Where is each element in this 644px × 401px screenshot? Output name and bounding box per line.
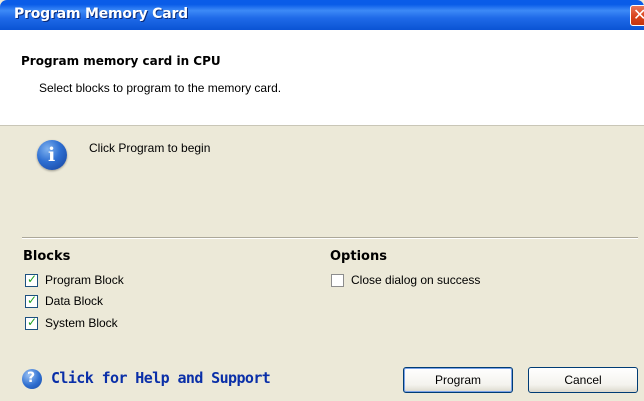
checkmark-icon: ✓ xyxy=(27,271,38,286)
system-block-checkbox-row[interactable]: ✓ System Block xyxy=(25,315,118,331)
cancel-button[interactable]: Cancel xyxy=(528,367,638,393)
system-block-checkbox[interactable]: ✓ xyxy=(25,314,38,330)
program-block-label[interactable]: Program Block xyxy=(45,273,124,287)
header-title: Program memory card in CPU xyxy=(21,54,221,68)
info-message: Click Program to begin xyxy=(89,141,211,155)
section-divider xyxy=(22,237,638,239)
help-icon[interactable]: ? xyxy=(22,369,42,389)
program-button[interactable]: Program xyxy=(403,367,513,393)
window-title: Program Memory Card xyxy=(14,6,189,22)
header-subtitle: Select blocks to program to the memory c… xyxy=(39,81,282,95)
close-on-success-checkbox-row[interactable]: Close dialog on success xyxy=(331,272,480,288)
close-icon: ✕ xyxy=(633,5,644,24)
dialog-header: Program memory card in CPU Select blocks… xyxy=(0,30,644,126)
title-bar[interactable]: Program Memory Card ✕ xyxy=(0,0,644,30)
program-block-checkbox[interactable]: ✓ xyxy=(25,271,38,287)
close-button[interactable]: ✕ xyxy=(630,5,644,26)
close-on-success-checkbox[interactable] xyxy=(331,273,344,287)
blocks-heading: Blocks xyxy=(23,249,71,264)
data-block-label[interactable]: Data Block xyxy=(45,294,103,308)
checkmark-icon: ✓ xyxy=(27,292,38,307)
options-heading: Options xyxy=(330,249,387,264)
checkmark-icon: ✓ xyxy=(27,314,38,329)
info-icon: i xyxy=(37,140,67,170)
close-on-success-label[interactable]: Close dialog on success xyxy=(351,273,480,287)
program-memory-card-dialog: Program Memory Card ✕ Program memory car… xyxy=(0,0,644,401)
data-block-checkbox[interactable]: ✓ xyxy=(25,292,38,308)
system-block-label[interactable]: System Block xyxy=(45,316,118,330)
help-and-support-link[interactable]: Click for Help and Support xyxy=(51,369,271,387)
program-block-checkbox-row[interactable]: ✓ Program Block xyxy=(25,272,124,288)
data-block-checkbox-row[interactable]: ✓ Data Block xyxy=(25,293,103,309)
